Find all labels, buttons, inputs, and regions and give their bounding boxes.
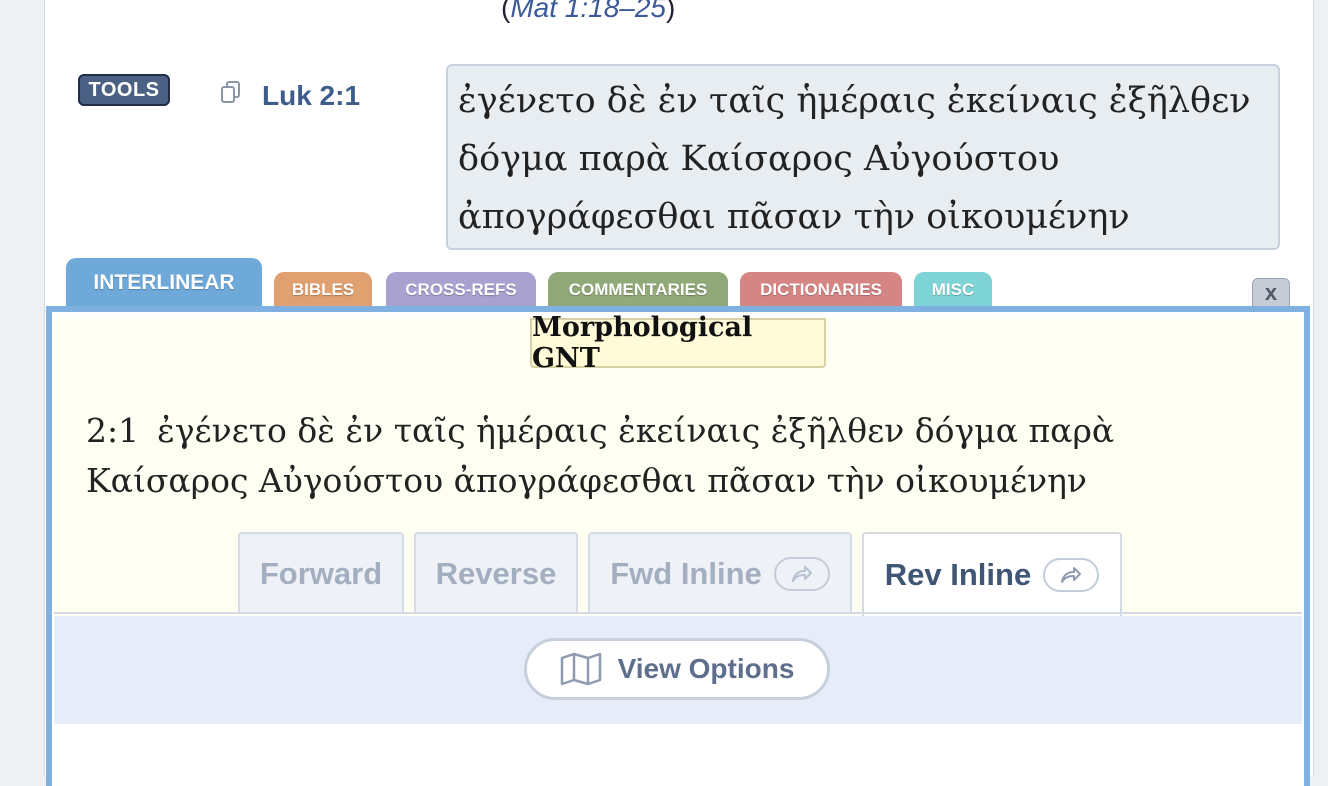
tab-dictionaries[interactable]: DICTIONARIES <box>740 272 902 308</box>
tab-bibles[interactable]: BIBLES <box>274 272 372 308</box>
copy-icon[interactable] <box>220 80 242 104</box>
tools-button[interactable]: TOOLS <box>78 74 170 106</box>
previous-cross-ref: (Mat 1:18–25) <box>501 0 675 24</box>
tab-cross-refs[interactable]: CROSS-REFS <box>386 272 536 308</box>
subtab-reverse-label: Reverse <box>435 556 557 591</box>
resource-tabs: INTERLINEAR BIBLES CROSS-REFS COMMENTARI… <box>66 258 1296 308</box>
paren-open: ( <box>501 0 511 23</box>
view-options-label: View Options <box>617 653 795 684</box>
map-icon <box>560 652 601 686</box>
options-band: View Options <box>54 616 1302 724</box>
gnt-verse: 2:1 ἐγένετο δὲ ἐν ταῖς ἡμέραις ἐκείναις ἐ… <box>86 406 1226 506</box>
view-options-button[interactable]: View Options <box>524 638 830 700</box>
subtab-reverse[interactable]: Reverse <box>414 532 578 614</box>
share-arrow-icon[interactable] <box>773 557 830 591</box>
panel-bottom <box>54 724 1302 786</box>
subtab-fwd-inline[interactable]: Fwd Inline <box>588 532 852 614</box>
paren-close: ) <box>666 0 676 23</box>
subtab-rev-inline-label: Rev Inline <box>884 557 1032 592</box>
subtab-forward[interactable]: Forward <box>238 532 404 614</box>
subtab-rev-inline[interactable]: Rev Inline <box>862 532 1122 616</box>
gnt-verse-text: ἐγένετο δὲ ἐν ταῖς ἡμέραις ἐκείναις ἐξῆλ… <box>86 411 1115 500</box>
tab-commentaries[interactable]: COMMENTARIES <box>548 272 728 308</box>
tab-interlinear[interactable]: INTERLINEAR <box>66 258 262 308</box>
verse-reference-link[interactable]: Luk 2:1 <box>262 80 360 112</box>
subtab-forward-label: Forward <box>259 556 383 591</box>
interlinear-panel: Morphological GNT 2:1 ἐγένετο δὲ ἐν ταῖς … <box>46 306 1310 786</box>
verse-text: ἐγένετο δὲ ἐν ταῖς ἡμέραις ἐκείναις ἐξῆλ… <box>446 64 1280 250</box>
panel-body: Morphological GNT 2:1 ἐγένετο δὲ ἐν ταῖς … <box>54 312 1302 786</box>
module-title[interactable]: Morphological GNT <box>530 312 826 374</box>
close-panel-button[interactable]: x <box>1252 278 1290 308</box>
tab-misc[interactable]: MISC <box>914 272 992 308</box>
cross-ref-link[interactable]: Mat 1:18–25 <box>510 0 666 23</box>
share-arrow-icon[interactable] <box>1043 558 1100 592</box>
subtab-divider <box>54 612 1302 614</box>
verse-number: 2:1 <box>86 411 140 450</box>
subtab-fwd-inline-label: Fwd Inline <box>610 556 762 591</box>
